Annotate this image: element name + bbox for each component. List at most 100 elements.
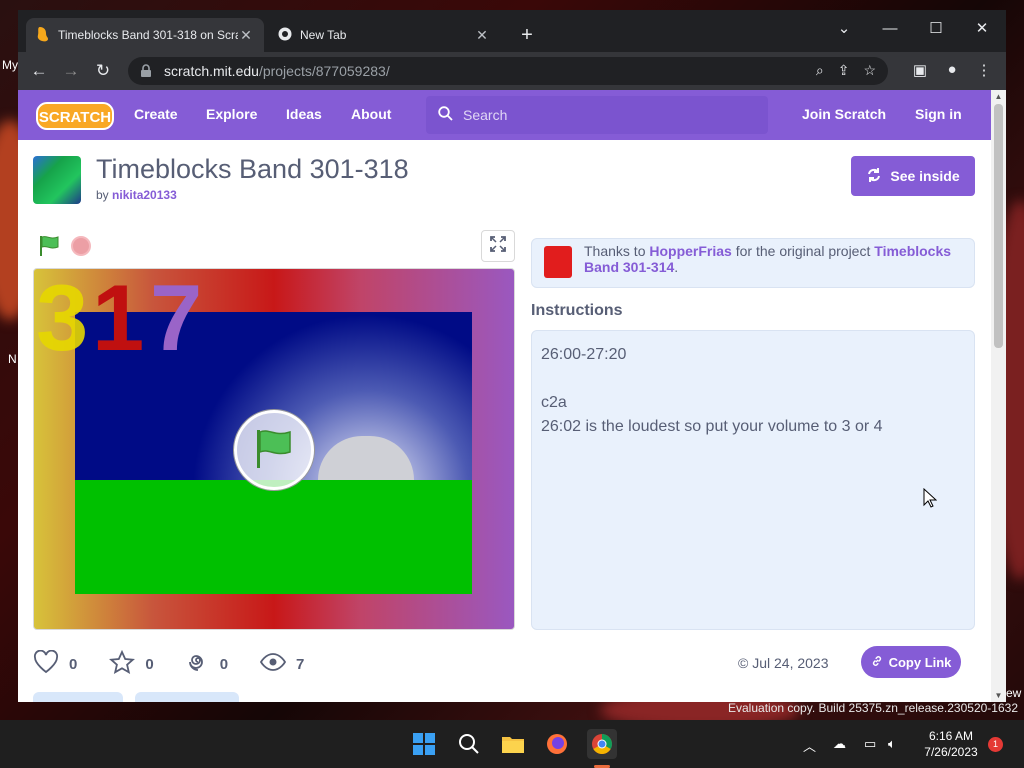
credit-prefix: Thanks to	[584, 243, 646, 259]
tab-new-tab[interactable]: New Tab ✕	[268, 18, 500, 52]
chrome-icon[interactable]	[587, 729, 617, 759]
copy-link-button[interactable]: Copy Link	[861, 646, 961, 678]
scratch-favicon-icon	[36, 26, 50, 45]
desktop-icon-label[interactable]: My	[2, 58, 18, 72]
instructions-heading: Instructions	[531, 302, 623, 319]
notification-badge[interactable]: 1	[988, 737, 1003, 752]
fullscreen-button[interactable]	[481, 230, 515, 262]
menu-icon[interactable]: ⋮	[974, 61, 994, 79]
chevron-up-icon[interactable]: ︿	[803, 736, 816, 755]
nav-explore[interactable]: Explore	[206, 106, 257, 122]
by-label: by	[96, 188, 109, 202]
nav-about[interactable]: About	[351, 106, 391, 122]
scroll-down-icon[interactable]: ▼	[991, 691, 1006, 700]
taskbar-clock[interactable]: 6:16 AM 7/26/2023	[918, 728, 984, 760]
desktop-icon-label[interactable]: N	[8, 352, 17, 366]
page-title: Timeblocks Band 301-318	[96, 154, 409, 184]
volume-icon[interactable]: 🔈︎	[888, 736, 896, 752]
favorite-button[interactable]: 0	[109, 649, 154, 678]
scrollbar-thumb[interactable]	[994, 104, 1003, 348]
green-flag-icon[interactable]	[38, 235, 62, 262]
logo-text: SCRATCH	[39, 109, 111, 126]
zoom-icon[interactable]: ⌕	[816, 62, 824, 79]
remix-arrows-icon	[866, 167, 882, 186]
close-icon[interactable]: ✕	[474, 27, 490, 44]
search-input[interactable]: Search	[426, 96, 768, 134]
lock-icon[interactable]	[140, 64, 154, 78]
favorite-count: 0	[145, 655, 154, 673]
forward-icon[interactable]: →	[60, 60, 82, 82]
maximize-button[interactable]: ☐	[916, 18, 956, 46]
stage-digit: 3	[36, 268, 89, 370]
address-bar[interactable]: scratch.mit.edu/projects/877059283/ ⌕ ⇪ …	[128, 57, 888, 85]
remix-credit: Thanks to HopperFrias for the original p…	[531, 238, 975, 288]
clock-date: 7/26/2023	[924, 745, 978, 759]
profile-icon[interactable]: ●	[942, 61, 962, 78]
scratch-nav: SCRATCH Create Explore Ideas About Searc…	[18, 90, 991, 140]
scratch-page: SCRATCH Create Explore Ideas About Searc…	[18, 90, 991, 702]
love-button[interactable]: 0	[33, 649, 78, 678]
chrome-icon	[278, 27, 292, 44]
windows-start-icon[interactable]	[410, 730, 438, 758]
scratch-logo[interactable]: SCRATCH	[36, 100, 114, 130]
evaluation-watermark: Evaluation copy. Build 25375.zn_release.…	[728, 701, 1018, 715]
see-inside-label: See inside	[890, 168, 960, 184]
cloud-offline-icon[interactable]: ☁	[833, 736, 846, 752]
love-count: 0	[69, 655, 78, 673]
stage-ground	[75, 480, 472, 594]
star-icon[interactable]: ☆	[863, 62, 876, 79]
share-icon[interactable]: ⇪	[838, 62, 850, 79]
studio-tag[interactable]	[33, 692, 123, 702]
chevron-down-icon[interactable]: ⌄	[824, 18, 864, 46]
address-bar-actions: ⌕ ⇪ ☆	[816, 62, 876, 79]
copy-link-label: Copy Link	[888, 654, 952, 670]
network-icon[interactable]: ▭	[864, 736, 876, 752]
tab-title: New Tab	[300, 28, 347, 42]
clock-time: 6:16 AM	[928, 729, 974, 743]
view-count: 7	[296, 655, 305, 673]
reload-icon[interactable]: ↻	[92, 60, 114, 82]
stop-icon[interactable]	[71, 236, 91, 256]
project-stage[interactable]: 3 1 7	[33, 268, 515, 630]
instructions-line: c2a	[541, 394, 567, 411]
star-icon	[109, 649, 136, 678]
nav-create[interactable]: Create	[134, 106, 178, 122]
see-inside-button[interactable]: See inside	[851, 156, 975, 196]
mouse-cursor-icon	[923, 487, 938, 513]
project-thumbnail[interactable]	[33, 156, 81, 204]
tab-strip: Timeblocks Band 301-318 on Scratch ✕ New…	[18, 10, 1006, 52]
scroll-up-icon[interactable]: ▲	[991, 92, 1006, 101]
nav-ideas[interactable]: Ideas	[286, 106, 322, 122]
close-icon[interactable]: ✕	[238, 27, 254, 44]
file-explorer-icon[interactable]	[499, 730, 527, 758]
page-scrollbar[interactable]: ▲ ▼	[991, 90, 1006, 702]
firefox-icon[interactable]	[543, 730, 571, 758]
search-placeholder: Search	[463, 107, 508, 123]
sign-in-link[interactable]: Sign in	[915, 106, 962, 122]
tab-scratch-project[interactable]: Timeblocks Band 301-318 on Scratch ✕	[26, 18, 264, 52]
desktop-icon-label[interactable]: ew	[1006, 686, 1021, 700]
heart-icon	[33, 649, 59, 678]
play-overlay-button[interactable]	[234, 410, 314, 490]
avatar[interactable]	[544, 246, 572, 278]
credit-user-link[interactable]: HopperFrias	[649, 243, 731, 259]
back-icon[interactable]: ←	[28, 60, 50, 82]
credit-middle: for the original project	[735, 243, 871, 259]
url-host: scratch.mit.edu	[164, 63, 259, 79]
side-panel-icon[interactable]: ▣	[910, 61, 930, 79]
join-scratch-link[interactable]: Join Scratch	[802, 106, 886, 122]
author-link[interactable]: nikita20133	[112, 188, 177, 202]
project-stats: 0 0 0 7	[33, 649, 336, 678]
studio-tag[interactable]	[135, 692, 239, 702]
remix-count: 0	[219, 655, 229, 673]
search-icon[interactable]	[455, 730, 483, 758]
credit-text: Thanks to HopperFrias for the original p…	[584, 243, 964, 287]
instructions-box: 26:00-27:20 c2a 26:02 is the loudest so …	[531, 330, 975, 630]
view-count-item: 7	[259, 652, 305, 676]
new-tab-button[interactable]: +	[516, 24, 538, 46]
instructions-line: 26:02 is the loudest so put your volume …	[541, 418, 883, 435]
green-flag-icon	[252, 426, 296, 475]
project-author-line: by nikita20133	[96, 188, 177, 202]
window-close-button[interactable]: ✕	[962, 18, 1002, 46]
minimize-button[interactable]: —	[870, 18, 910, 46]
